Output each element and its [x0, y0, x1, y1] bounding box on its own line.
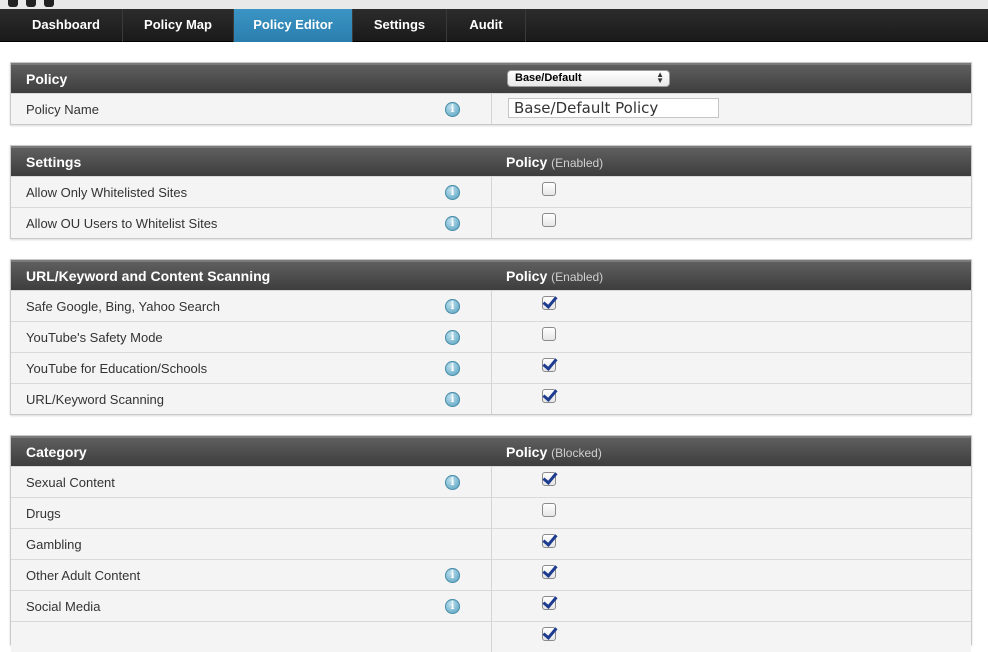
category-row: Gambling [11, 528, 971, 559]
policy-heading-status: (Blocked) [551, 446, 602, 460]
info-icon[interactable]: i [445, 599, 460, 614]
column-divider [491, 591, 492, 621]
category-panel-title: Category [26, 444, 87, 460]
column-divider [491, 529, 492, 559]
scanning-panel-header: URL/Keyword and Content Scanning Policy … [11, 260, 971, 290]
column-divider [491, 291, 492, 321]
scanning-row: YouTube's Safety Mode i [11, 321, 971, 352]
setting-label: Allow Only Whitelisted Sites [26, 185, 188, 200]
settings-policy-heading: Policy (Enabled) [506, 154, 603, 170]
info-icon[interactable]: i [445, 330, 460, 345]
category-row-partial [11, 621, 971, 652]
column-divider [491, 208, 492, 238]
settings-row: Allow Only Whitelisted Sites i [11, 176, 971, 207]
scanning-label: Safe Google, Bing, Yahoo Search [26, 299, 220, 314]
category-panel-header: Category Policy (Blocked) [11, 436, 971, 466]
tab-settings[interactable]: Settings [353, 9, 447, 42]
column-divider [491, 498, 492, 528]
category-label: Gambling [26, 537, 82, 552]
policy-checkbox[interactable] [542, 389, 556, 403]
info-icon[interactable]: i [445, 361, 460, 376]
category-label: Social Media [26, 599, 101, 614]
main-nav: Dashboard Policy Map Policy Editor Setti… [0, 9, 988, 42]
scanning-label: URL/Keyword Scanning [26, 392, 165, 407]
policy-checkbox[interactable] [542, 327, 556, 341]
settings-panel-title: Settings [26, 154, 82, 170]
policy-checkbox[interactable] [542, 503, 556, 517]
settings-row: Allow OU Users to Whitelist Sites i [11, 207, 971, 238]
policy-name-input[interactable]: Base/Default Policy [508, 98, 719, 118]
category-label: Drugs [26, 506, 61, 521]
column-divider [491, 177, 492, 207]
policy-checkbox[interactable] [542, 213, 556, 227]
column-divider [491, 560, 492, 590]
scanning-panel: URL/Keyword and Content Scanning Policy … [10, 259, 972, 415]
policy-name-row: Policy Name i Base/Default Policy [11, 93, 971, 124]
policy-heading-label: Policy [506, 268, 548, 284]
policy-checkbox[interactable] [542, 296, 556, 310]
category-row: Sexual Content i [11, 466, 971, 497]
column-divider [491, 384, 492, 414]
category-row: Drugs [11, 497, 971, 528]
tab-dashboard[interactable]: Dashboard [10, 9, 123, 42]
settings-panel-header: Settings Policy (Enabled) [11, 146, 971, 176]
policy-checkbox[interactable] [542, 534, 556, 548]
category-label: Other Adult Content [26, 568, 141, 583]
category-panel: Category Policy (Blocked) Sexual Content… [10, 435, 972, 652]
policy-checkbox[interactable] [542, 596, 556, 610]
setting-label: Allow OU Users to Whitelist Sites [26, 216, 218, 231]
scanning-row: URL/Keyword Scanning i [11, 383, 971, 414]
policy-heading-status: (Enabled) [551, 270, 604, 284]
tab-policy-editor[interactable]: Policy Editor [234, 9, 353, 42]
tab-policy-map[interactable]: Policy Map [123, 9, 234, 42]
select-arrows-icon: ▲ ▼ [656, 70, 664, 85]
policy-panel-title: Policy [26, 71, 68, 87]
policy-heading-label: Policy [506, 154, 548, 170]
category-row: Social Media i [11, 590, 971, 621]
policy-select[interactable]: Base/Default ▲ ▼ [507, 70, 670, 87]
policy-select-value: Base/Default [515, 72, 582, 84]
info-icon[interactable]: i [445, 185, 460, 200]
info-icon[interactable]: i [445, 568, 460, 583]
policy-panel: Policy Base/Default ▲ ▼ Policy Name i Bas… [10, 62, 972, 125]
policy-heading-label: Policy [506, 444, 548, 460]
column-divider [491, 467, 492, 497]
info-icon[interactable]: i [445, 216, 460, 231]
scanning-label: YouTube's Safety Mode [26, 330, 163, 345]
policy-heading-status: (Enabled) [551, 156, 604, 170]
scanning-panel-title: URL/Keyword and Content Scanning [26, 268, 271, 284]
column-divider [491, 353, 492, 383]
category-policy-heading: Policy (Blocked) [506, 444, 602, 460]
info-icon[interactable]: i [445, 299, 460, 314]
scanning-policy-heading: Policy (Enabled) [506, 268, 603, 284]
scanning-row: Safe Google, Bing, Yahoo Search i [11, 290, 971, 321]
tab-audit[interactable]: Audit [447, 9, 526, 42]
column-divider [491, 94, 492, 124]
category-row: Other Adult Content i [11, 559, 971, 590]
policy-name-label: Policy Name [26, 102, 99, 117]
scanning-row: YouTube for Education/Schools i [11, 352, 971, 383]
column-divider [491, 322, 492, 352]
cropped-title-fragment [0, 0, 135, 7]
category-label: Sexual Content [26, 475, 115, 490]
scanning-label: YouTube for Education/Schools [26, 361, 208, 376]
info-icon[interactable]: i [445, 475, 460, 490]
policy-checkbox[interactable] [542, 472, 556, 486]
column-divider [491, 622, 492, 652]
info-icon[interactable]: i [445, 102, 460, 117]
settings-panel: Settings Policy (Enabled) Allow Only Whi… [10, 145, 972, 239]
policy-checkbox[interactable] [542, 182, 556, 196]
policy-checkbox[interactable] [542, 627, 556, 641]
policy-panel-header: Policy Base/Default ▲ ▼ [11, 63, 971, 93]
info-icon[interactable]: i [445, 392, 460, 407]
policy-checkbox[interactable] [542, 358, 556, 372]
policy-checkbox[interactable] [542, 565, 556, 579]
